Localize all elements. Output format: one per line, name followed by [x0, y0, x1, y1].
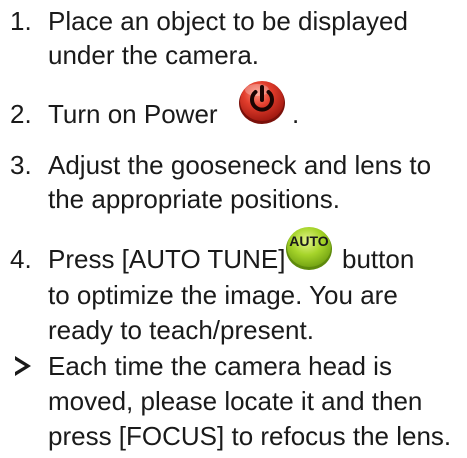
step-1-text-line-2: under the camera. — [48, 40, 260, 70]
step-4-button-word: button — [342, 244, 415, 274]
step-4-text-line-2: to optimize the image. You are — [48, 280, 398, 310]
arrow-bullet-icon — [15, 356, 31, 376]
step-1-text-line-1: Place an object to be displayed — [48, 6, 408, 36]
note-text-line-2: moved, please locate it and then — [48, 386, 423, 416]
auto-icon-label: AUTO — [289, 233, 329, 249]
instruction-list: 1. Place an object to be displayed under… — [0, 0, 467, 458]
auto-button-icon: AUTO — [286, 227, 332, 270]
step-4-text: Press [AUTO TUNE] — [48, 244, 286, 274]
step-4-number: 4. — [10, 244, 32, 274]
step-3-text-line-1: Adjust the gooseneck and lens to — [48, 150, 432, 180]
step-2-text: Turn on Power — [48, 99, 218, 129]
step-3-number: 3. — [10, 150, 32, 180]
power-button-icon — [239, 81, 285, 124]
step-4-text-line-3: ready to teach/present. — [48, 315, 314, 345]
step-1-number: 1. — [10, 6, 32, 36]
note-text-line-3: press [FOCUS] to refocus the lens. — [48, 421, 452, 451]
note-text-line-1: Each time the camera head is — [48, 351, 392, 381]
step-2-number: 2. — [10, 99, 32, 129]
step-2-period: . — [292, 99, 300, 129]
step-3-text-line-2: the appropriate positions. — [48, 184, 340, 214]
